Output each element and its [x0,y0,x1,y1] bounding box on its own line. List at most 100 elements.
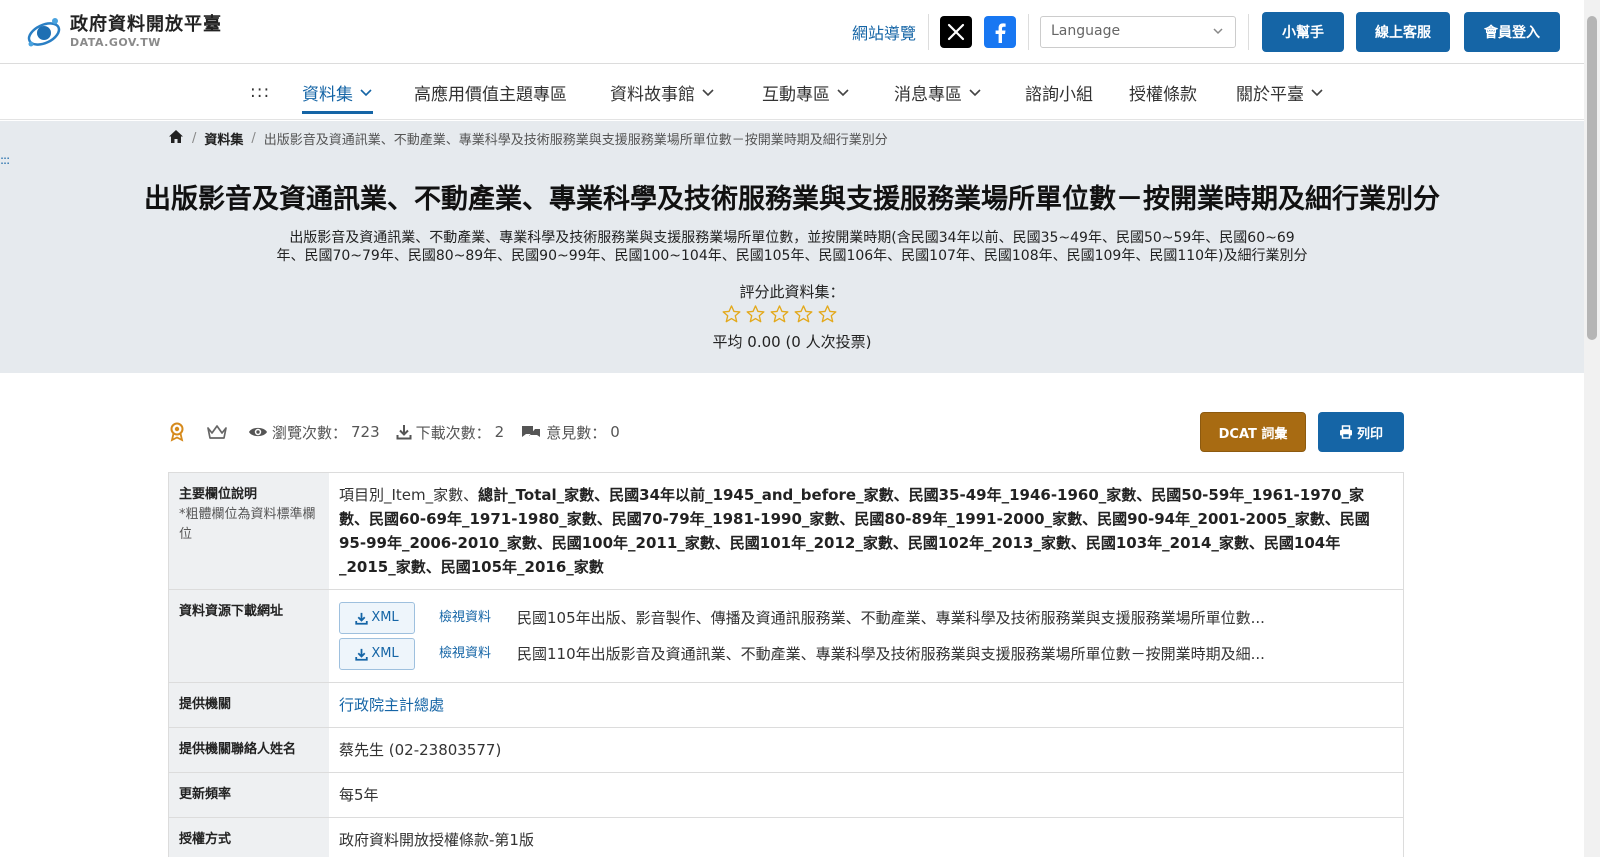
chevron-down-icon [1311,89,1323,97]
star-icon[interactable] [746,305,765,323]
facebook-icon[interactable] [984,16,1016,48]
badge-icon [168,422,190,442]
resource-name: 民國105年出版、影音製作、傳播及資通訊服務業、不動產業、專業科學及技術服務業與… [517,609,1265,627]
downloads-stat: 下載次數： 2 [396,422,505,443]
breadcrumb-datasets[interactable]: 資料集 [204,129,243,148]
stats-bar: 瀏覽次數： 723 下載次數： 2 意見數： 0 [168,412,636,452]
print-button[interactable]: 列印 [1318,412,1404,452]
chevron-down-icon [360,89,372,97]
views-label: 瀏覽次數： [272,423,348,442]
dcat-vocabulary-button[interactable]: DCAT 詞彙 [1200,412,1306,452]
fields-note: *粗體欄位為資料標準欄位 [179,507,316,542]
views-stat: 瀏覽次數： 723 [248,422,380,443]
site-logo[interactable]: 政府資料開放平臺 DATA.GOV.TW [24,12,222,52]
nav-item-license[interactable]: 授權條款 [1129,64,1197,120]
chevron-down-icon [702,89,714,97]
comments-label: 意見數： [546,423,607,442]
printer-icon [1339,425,1352,439]
comments-icon [522,426,541,437]
downloads-count: 2 [494,423,505,441]
home-icon[interactable] [168,129,184,148]
print-label: 列印 [1356,426,1383,442]
logo-subtitle: DATA.GOV.TW [70,36,161,49]
downloads-label: 下載次數： [415,423,491,442]
views-count: 723 [351,423,380,441]
site-header: 政府資料開放平臺 DATA.GOV.TW 網站導覽 Language 小幫手 線… [0,0,1584,64]
nav-menu-dots[interactable]: ::: [250,64,270,120]
page-scrollbar[interactable] [1584,0,1600,857]
dataset-info-table: 主要欄位說明 *粗體欄位為資料標準欄位 項目別_Item_家數、總計_Total… [168,472,1404,857]
list-item: XML 檢視資料 民國110年出版影音及資通訊業、不動產業、專業科學及技術服務業… [339,636,1393,672]
nav-item-data-stories[interactable]: 資料故事館 [610,64,715,120]
license-label: 授權方式 [169,818,329,857]
chevron-down-icon [1213,28,1223,35]
table-row: 提供機關聯絡人姓名 蔡先生 (02-23803577) [169,728,1403,773]
nav-item-datasets[interactable]: 資料集 [302,64,373,120]
language-select[interactable]: Language [1040,16,1236,48]
sitemap-link[interactable]: 網站導覽 [852,20,916,44]
comments-count: 0 [610,423,620,441]
nav-item-label: 消息專區 [894,84,962,105]
rating-average: 平均 0.00 (0 人次投票) [712,333,872,351]
nav-item-about[interactable]: 關於平臺 [1236,64,1324,120]
dataset-description: 出版影音及資通訊業、不動產業、專業科學及技術服務業與支援服務業場所單位數，並按開… [276,230,1308,264]
fields-label: 主要欄位說明 [179,487,258,502]
language-placeholder: Language [1051,23,1121,39]
agency-link[interactable]: 行政院主計總處 [339,696,444,714]
star-icon[interactable] [794,305,813,323]
list-item: XML 檢視資料 民國105年出版、影音製作、傳播及資通訊服務業、不動產業、專業… [339,600,1393,636]
agency-label: 提供機關 [169,683,329,727]
helper-button[interactable]: 小幫手 [1262,12,1344,52]
divider [928,14,929,50]
dataset-hero: / 資料集 / 出版影音及資通訊業、不動產業、專業科學及技術服務業與支援服務業場… [0,121,1584,373]
license-value: 政府資料開放授權條款-第1版 [339,831,534,849]
contact-value: 蔡先生 (02-23803577) [339,741,502,759]
nav-item-interactive[interactable]: 互動專區 [762,64,850,120]
frequency-label: 更新頻率 [169,773,329,817]
table-row: 提供機關 行政院主計總處 [169,683,1403,728]
scrollbar-thumb[interactable] [1587,16,1597,340]
table-row: 授權方式 政府資料開放授權條款-第1版 [169,818,1403,857]
download-icon [355,648,368,661]
breadcrumb: / 資料集 / 出版影音及資通訊業、不動產業、專業科學及技術服務業與支援服務業場… [168,129,888,148]
view-data-link[interactable]: 檢視資料 [439,606,491,630]
chevron-down-icon [969,89,981,97]
view-data-link[interactable]: 檢視資料 [439,642,491,666]
resources-list: XML 檢視資料 民國105年出版、影音製作、傳播及資通訊服務業、不動產業、專業… [329,590,1403,682]
rate-label: 評分此資料集： [739,283,845,301]
divider [1028,14,1029,50]
star-icon[interactable] [722,305,741,323]
x-twitter-icon[interactable] [940,16,972,48]
nav-item-label: 關於平臺 [1236,84,1304,105]
table-row: 資料資源下載網址 XML 檢視資料 民國105年出版、影音製作、傳播及資通訊服務… [169,590,1403,683]
contact-label: 提供機關聯絡人姓名 [169,728,329,772]
nav-item-label: 資料集 [302,84,353,105]
chevron-down-icon [837,89,849,97]
resource-name: 民國110年出版影音及資通訊業、不動產業、專業科學及技術服務業與支援服務業場所單… [517,645,1265,663]
table-row: 更新頻率 每5年 [169,773,1403,818]
frequency-value: 每5年 [339,786,379,804]
nav-item-advisory[interactable]: 諮詢小組 [1025,64,1093,120]
download-icon [396,425,412,440]
rating-stars [722,305,837,323]
xml-download-button[interactable]: XML [339,638,415,670]
logo-title: 政府資料開放平臺 [70,14,222,35]
comments-stat: 意見數： 0 [520,422,620,443]
breadcrumb-current: 出版影音及資通訊業、不動產業、專業科學及技術服務業與支援服務業場所單位數－按開業… [263,133,888,148]
xml-download-button[interactable]: XML [339,602,415,634]
crown-icon [206,424,232,440]
member-login-button[interactable]: 會員登入 [1464,12,1560,52]
star-icon[interactable] [818,305,837,323]
page-title: 出版影音及資通訊業、不動產業、專業科學及技術服務業與支援服務業場所單位數－按開業… [144,184,1440,215]
star-icon[interactable] [770,305,789,323]
nav-item-news[interactable]: 消息專區 [894,64,982,120]
nav-item-label: 互動專區 [762,84,830,105]
fields-value: 項目別_Item_家數、總計_Total_家數、民國34年以前_1945_and… [339,486,1370,576]
online-support-button[interactable]: 線上客服 [1356,12,1450,52]
logo-icon [24,12,64,52]
accesskey-dots[interactable]: ::: [0,153,10,167]
eye-icon [249,427,267,437]
divider [1248,14,1249,50]
download-icon [355,612,368,625]
nav-item-high-value[interactable]: 高應用價值主題專區 [414,64,567,120]
